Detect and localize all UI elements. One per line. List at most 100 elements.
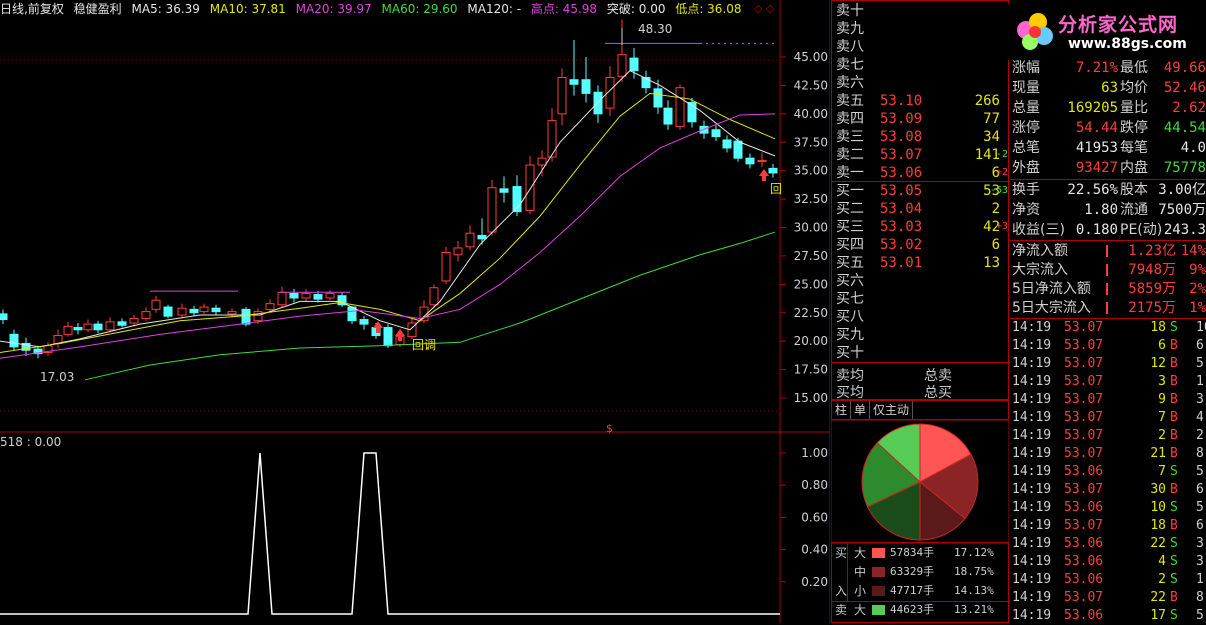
logo-url[interactable]: www.88gs.com xyxy=(1068,36,1187,52)
order-level-label: 买八 xyxy=(836,309,864,325)
price-tick-label: 27.50 xyxy=(794,249,828,263)
candle-body xyxy=(722,139,732,149)
candle-body xyxy=(347,306,357,322)
trade-price: 53.06 xyxy=(1064,464,1104,479)
trough-label: 17.03 xyxy=(40,370,74,384)
order-level-label: 买五 xyxy=(836,255,864,271)
stat-label: 外盘 xyxy=(1012,160,1040,176)
trade-price: 53.06 xyxy=(1064,536,1104,551)
trade-row: 14:19 53.06 7 S 5 xyxy=(1010,463,1206,481)
trade-side: B xyxy=(1170,410,1178,425)
stat-row: 总量 169205 量比 2.62 xyxy=(1010,98,1206,118)
flow-bar xyxy=(1106,283,1108,295)
period-label[interactable]: 日线,前复权 xyxy=(0,2,64,16)
order-price: 53.10 xyxy=(880,93,923,109)
price-tick-label: 32.50 xyxy=(794,192,828,206)
trade-volume: 21 xyxy=(1150,446,1166,461)
legend-side: 买 xyxy=(835,546,848,560)
tab-2[interactable]: 仅主动 xyxy=(870,401,914,419)
trade-volume: 2 xyxy=(1158,428,1166,443)
order-volume: 2 xyxy=(991,201,1000,217)
candle-body xyxy=(277,291,287,306)
stat-label: 总笔 xyxy=(1012,140,1040,156)
price-chart[interactable]: 45.00 42.50 40.00 37.50 35.00 32.50 30.00 27.50… xyxy=(0,0,830,623)
trade-volume: 7 xyxy=(1158,464,1166,479)
order-volume: 6 xyxy=(991,237,1000,253)
flow-label: 5日净流入额 xyxy=(1012,281,1091,297)
stat-value: 4.0 xyxy=(1180,140,1206,156)
candle-body xyxy=(359,319,369,325)
order-row-sell: 卖八 xyxy=(832,38,1010,56)
stats-divider xyxy=(1010,179,1206,180)
flow-value: 5859万 xyxy=(1128,281,1176,297)
candle-body xyxy=(151,299,161,310)
candle-body xyxy=(537,157,547,166)
stat-value: 7.21% xyxy=(1075,60,1118,76)
stat-row: 净资 1.80 流通 7500万 xyxy=(1010,200,1206,220)
order-book: 卖十 卖九 卖八 卖七 卖六 卖五 53.10 266 卖四 53.09 77 卖三 53.08 34 卖二… xyxy=(831,0,1010,401)
trade-price: 53.06 xyxy=(1064,554,1104,569)
ma20-value: MA20: 39.97 xyxy=(295,2,372,16)
candle-body xyxy=(117,321,127,326)
order-row-buy: 买二 53.04 2 xyxy=(832,200,1010,218)
legend-percent: 14.13% xyxy=(954,584,994,597)
candle-body xyxy=(189,308,199,314)
legend-volume: 63329手 xyxy=(890,565,935,578)
candle-body xyxy=(63,325,73,335)
order-price: 53.06 xyxy=(880,165,923,181)
trade-count: 1 xyxy=(1196,374,1204,389)
trade-count: 8 xyxy=(1196,446,1204,461)
legend-row: 中 63329手 18.75% xyxy=(832,563,1010,581)
trade-count: 5 xyxy=(1196,464,1204,479)
tab-0[interactable]: 柱 xyxy=(832,401,852,419)
stat-label: 流通 xyxy=(1120,202,1148,218)
trade-count: 10 xyxy=(1196,320,1206,335)
formula-name[interactable]: 稳健盈利 xyxy=(74,2,122,16)
sub-tick-label: 0.20 xyxy=(801,575,828,589)
price-tick-label: 20.00 xyxy=(794,334,828,348)
stat-label: 现量 xyxy=(1012,80,1040,96)
stat-value: 63 xyxy=(1101,80,1118,96)
candle-body xyxy=(581,79,591,94)
window-control-icon[interactable]: ◇ ◇ xyxy=(754,2,774,15)
trade-volume: 17 xyxy=(1150,608,1166,623)
book-middle-divider xyxy=(832,181,1010,182)
order-change: -53 xyxy=(989,185,1008,196)
ma5-value: MA5: 36.39 xyxy=(131,2,200,16)
stat-value: 54.44 xyxy=(1075,120,1118,136)
trade-count: 6 xyxy=(1196,482,1204,497)
price-tick-label: 45.00 xyxy=(794,50,828,64)
total-buy-label: 总买 xyxy=(924,385,952,401)
low-point-value: 低点: 36.08 xyxy=(675,2,742,16)
trade-time: 14:19 xyxy=(1012,356,1052,371)
peak-label: 48.30 xyxy=(638,22,672,36)
order-level-label: 卖七 xyxy=(836,57,864,73)
candle-body xyxy=(429,287,439,306)
pullback-label: 回调 xyxy=(412,338,436,352)
trade-side: S xyxy=(1170,464,1178,479)
trade-volume: 22 xyxy=(1150,590,1166,605)
price-tick-label: 30.00 xyxy=(794,221,828,235)
stat-value: 44.54 xyxy=(1163,120,1206,136)
legend-size: 大 xyxy=(854,546,867,560)
trade-price: 53.07 xyxy=(1064,518,1104,533)
trade-time: 14:19 xyxy=(1012,410,1052,425)
order-row-buy: 买六 xyxy=(832,272,1010,290)
stat-value: 93427 xyxy=(1075,160,1118,176)
candle-body xyxy=(557,76,567,115)
flow-label: 5日大宗流入 xyxy=(1012,300,1091,316)
trade-count: 6 xyxy=(1196,338,1204,353)
trade-time: 14:19 xyxy=(1012,338,1052,353)
candle-body xyxy=(733,140,743,159)
order-row-sell: 卖六 xyxy=(832,74,1010,92)
trade-price: 53.06 xyxy=(1064,608,1104,623)
candle-body xyxy=(0,313,8,321)
panel-tabs: 柱单仅主动龙虎看盘(成交量/资 xyxy=(831,400,1009,435)
order-volume: 13 xyxy=(983,255,1000,271)
stat-label: 涨幅 xyxy=(1012,60,1040,76)
candle-body xyxy=(9,333,19,348)
order-price: 53.08 xyxy=(880,129,923,145)
tab-1[interactable]: 单 xyxy=(851,401,871,419)
candle-body xyxy=(745,157,755,165)
trade-price: 53.06 xyxy=(1064,572,1104,587)
